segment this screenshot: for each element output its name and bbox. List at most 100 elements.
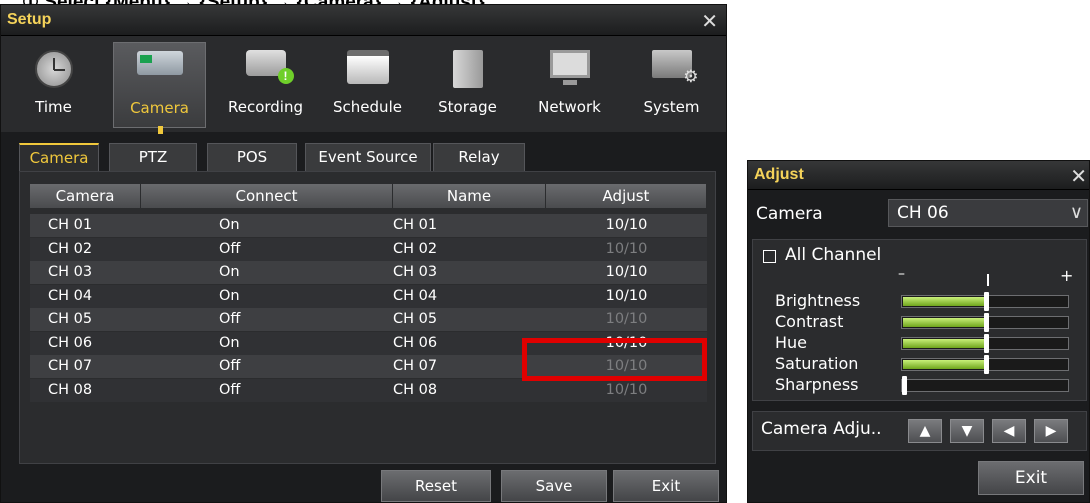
cell-name: CH 01: [393, 214, 546, 237]
system-icon: [651, 50, 699, 87]
cell-name: CH 02: [393, 237, 546, 261]
slider-handle[interactable]: [984, 355, 989, 374]
slider-hue[interactable]: [901, 334, 1069, 353]
toolbar-network-button[interactable]: Network: [523, 42, 616, 128]
setup-window: Setup ✕ Time Camera Recording Schedule S…: [0, 4, 727, 503]
table-row[interactable]: CH 04 On CH 04 10/10: [30, 284, 707, 308]
toolbar-time-label: Time: [35, 98, 72, 116]
toolbar-recording-button[interactable]: Recording: [219, 42, 312, 128]
camera-panel: Camera Connect Name Adjust CH 01 On CH 01 1…: [19, 171, 716, 464]
recording-icon: [245, 50, 294, 84]
cell-adjust[interactable]: 10/10: [546, 237, 707, 261]
table-row[interactable]: CH 08 Off CH 08 10/10: [30, 378, 707, 402]
cell-name: CH 05: [393, 308, 546, 331]
toolbar-storage-label: Storage: [438, 98, 497, 116]
schedule-icon: [346, 50, 389, 84]
cell-connect: On: [141, 261, 393, 284]
toolbar-storage-button[interactable]: Storage: [421, 42, 514, 128]
exit-button[interactable]: Exit: [613, 470, 719, 502]
cell-camera: CH 04: [30, 284, 141, 308]
camera-adjust-label: Camera Adju..: [761, 419, 882, 439]
column-header-adjust[interactable]: Adjust: [546, 184, 707, 208]
close-icon[interactable]: ✕: [701, 9, 718, 33]
cell-camera: CH 02: [30, 237, 141, 261]
tab-ptz[interactable]: PTZ: [109, 143, 197, 171]
slider-handle[interactable]: [902, 376, 907, 395]
close-icon[interactable]: ✕: [1070, 164, 1087, 188]
setup-titlebar: Setup ✕: [1, 5, 726, 36]
camera-select[interactable]: CH 06 ∨: [888, 199, 1088, 227]
slider-saturation[interactable]: [901, 355, 1069, 374]
slider-contrast[interactable]: [901, 313, 1069, 332]
cell-connect: Off: [141, 378, 393, 402]
cell-camera: CH 03: [30, 261, 141, 284]
cell-connect: Off: [141, 237, 393, 261]
cell-connect: Off: [141, 308, 393, 331]
toolbar-system-label: System: [643, 98, 700, 116]
slider-sharpness[interactable]: [901, 376, 1069, 395]
toolbar-schedule-button[interactable]: Schedule: [321, 42, 414, 128]
toolbar-system-button[interactable]: System: [625, 42, 718, 128]
image-adjust-panel: All Channel – + Brightness Contrast Hue Sat…: [752, 239, 1087, 401]
toolbar-schedule-label: Schedule: [333, 98, 402, 116]
slider-label-saturation: Saturation: [775, 354, 859, 373]
cell-name: CH 08: [393, 378, 546, 402]
camera-icon: [136, 51, 183, 75]
cell-adjust[interactable]: 10/10: [546, 284, 707, 308]
tab-camera[interactable]: Camera: [19, 143, 99, 171]
toolbar-recording-label: Recording: [227, 98, 304, 116]
slider-label-contrast: Contrast: [775, 312, 844, 331]
slider-handle[interactable]: [984, 334, 989, 353]
slider-handle[interactable]: [984, 292, 989, 311]
slider-fill: [903, 360, 985, 369]
cell-adjust[interactable]: 10/10: [546, 378, 707, 402]
slider-handle[interactable]: [984, 313, 989, 332]
network-icon: [549, 50, 590, 85]
toolbar-camera-label: Camera: [130, 99, 189, 117]
camera-adjust-panel: Camera Adju.. ▲ ▼ ◀ ▶: [752, 411, 1087, 451]
arrow-up-button[interactable]: ▲: [908, 419, 942, 443]
save-button[interactable]: Save: [501, 470, 607, 502]
all-channel-checkbox[interactable]: [763, 250, 776, 263]
table-header: Camera Connect Name Adjust: [30, 184, 707, 208]
tab-event-source[interactable]: Event Source: [305, 143, 431, 171]
adjust-titlebar: Adjust ✕: [748, 161, 1089, 190]
cell-camera: CH 08: [30, 378, 141, 402]
table-row[interactable]: CH 02 Off CH 02 10/10: [30, 237, 707, 261]
slider-label-sharpness: Sharpness: [775, 375, 859, 394]
setup-title: Setup: [7, 11, 52, 28]
tab-relay[interactable]: Relay: [433, 143, 525, 171]
cell-name: CH 03: [393, 261, 546, 284]
arrow-down-button[interactable]: ▼: [950, 419, 984, 443]
setup-toolbar: Time Camera Recording Schedule Storage N…: [1, 36, 726, 134]
adjust-exit-button[interactable]: Exit: [978, 461, 1084, 495]
slider-brightness[interactable]: [901, 292, 1069, 311]
toolbar-network-label: Network: [538, 98, 601, 116]
all-channel-label: All Channel: [785, 245, 882, 265]
camera-select-value: CH 06: [897, 203, 949, 223]
cell-adjust[interactable]: 10/10: [546, 214, 707, 237]
toolbar-time-button[interactable]: Time: [7, 42, 100, 128]
storage-icon: [452, 50, 483, 88]
adjust-window: Adjust ✕ Camera CH 06 ∨ All Channel – + …: [747, 160, 1090, 503]
scale-max-label: +: [1060, 266, 1074, 285]
active-indicator: [158, 126, 163, 134]
column-header-connect[interactable]: Connect: [141, 184, 393, 208]
cell-connect: On: [141, 331, 393, 355]
reset-button[interactable]: Reset: [381, 470, 491, 502]
column-header-camera[interactable]: Camera: [30, 184, 141, 208]
chevron-down-icon: ∨: [1069, 202, 1083, 223]
cell-adjust[interactable]: 10/10: [546, 261, 707, 284]
cell-adjust[interactable]: 10/10: [546, 308, 707, 331]
toolbar-camera-button[interactable]: Camera: [113, 42, 206, 134]
scale-min-label: –: [898, 266, 905, 282]
arrow-right-button[interactable]: ▶: [1034, 419, 1068, 443]
column-header-name[interactable]: Name: [393, 184, 546, 208]
table-row[interactable]: CH 05 Off CH 05 10/10: [30, 308, 707, 331]
table-row[interactable]: CH 03 On CH 03 10/10: [30, 261, 707, 284]
arrow-left-button[interactable]: ◀: [992, 419, 1026, 443]
table-row[interactable]: CH 01 On CH 01 10/10: [30, 214, 707, 237]
cell-camera: CH 06: [30, 331, 141, 355]
tab-pos[interactable]: POS: [207, 143, 297, 171]
slider-fill: [903, 297, 985, 306]
